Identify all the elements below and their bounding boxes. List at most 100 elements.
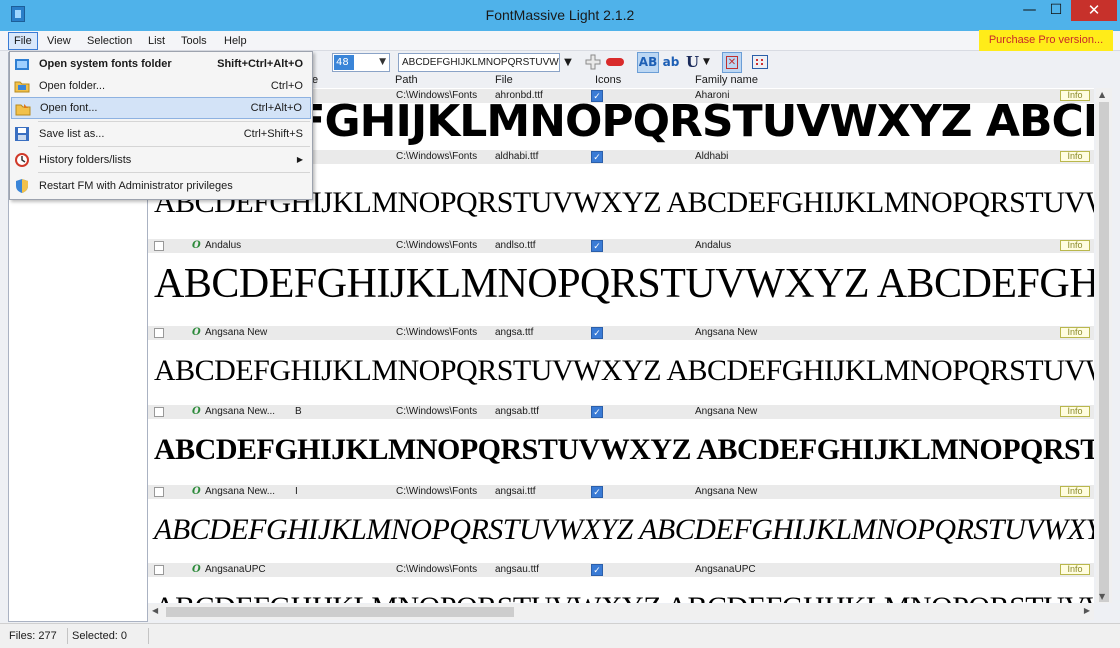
font-family: Aldhabi [695,151,729,162]
menu-file[interactable]: File [8,32,38,50]
column-file[interactable]: File [495,74,513,86]
font-file: aldhabi.ttf [495,151,539,162]
menu-history-folders-lists[interactable]: History folders/lists ▶ [11,149,311,171]
menu-open-font[interactable]: Open font... Ctrl+Alt+O [11,97,311,119]
font-file: angsau.ttf [495,564,539,575]
scroll-right-icon[interactable]: ▶ [1084,606,1090,615]
icons-checkbox[interactable]: ✓ [591,327,603,339]
maximize-button[interactable]: ☐ [1043,0,1069,21]
font-file: andlso.ttf [495,240,536,251]
scroll-up-icon[interactable]: ▲ [1099,90,1105,99]
lowercase-toggle[interactable]: ab [660,52,682,73]
info-button[interactable]: Info [1060,406,1090,417]
font-name: Angsana New... [205,406,276,417]
add-icon[interactable] [584,53,602,71]
font-size-value: 48 [334,55,354,70]
info-button[interactable]: Info [1060,151,1090,162]
table-row[interactable]: O Angsana New... B C:\Windows\Fonts angs… [148,405,1094,419]
icons-checkbox[interactable]: ✓ [591,486,603,498]
font-path: C:\Windows\Fonts [396,406,478,417]
row-checkbox[interactable] [154,328,164,338]
scroll-left-icon[interactable]: ◀ [152,606,158,615]
table-row[interactable]: O AngsanaUPC C:\Windows\Fonts angsau.ttf… [148,563,1094,577]
icons-checkbox[interactable]: ✓ [591,151,603,163]
font-preview: ABCDEFGHIJKLMNOPQRSTUVWXYZ ABCDEFGHIJKLM… [154,433,1094,466]
font-style: B [295,406,302,417]
icons-checkbox[interactable]: ✓ [591,564,603,576]
menu-restart-as-admin[interactable]: Restart FM with Administrator privileges [11,175,311,197]
uppercase-toggle[interactable]: AB [637,52,659,73]
table-row[interactable]: O Andalus C:\Windows\Fonts andlso.ttf ✓ … [148,239,1094,253]
purchase-pro-button[interactable]: Purchase Pro version... [979,30,1113,51]
row-checkbox[interactable] [154,565,164,575]
scroll-down-icon[interactable]: ▼ [1099,592,1105,601]
table-row[interactable]: O Angsana New... I C:\Windows\Fonts angs… [148,485,1094,499]
info-button[interactable]: Info [1060,327,1090,338]
menu-item-label: Open system fonts folder [39,58,172,70]
grid-view-icon[interactable] [752,55,768,69]
info-button[interactable]: Info [1060,564,1090,575]
truetype-icon: O [192,564,201,575]
selected-count: Selected: 0 [69,628,149,644]
remove-icon[interactable] [606,58,624,66]
column-icons[interactable]: Icons [595,74,621,86]
font-file: angsa.ttf [495,327,534,338]
cross-box-icon: ✕ [726,56,738,69]
font-path: C:\Windows\Fonts [396,151,478,162]
menu-item-label: Save list as... [39,128,105,140]
minimize-button[interactable]: — [1016,0,1043,21]
column-family-name[interactable]: Family name [695,74,758,86]
status-bar: Files: 277 Selected: 0 [0,623,1120,648]
menu-open-folder[interactable]: Open folder... Ctrl+O [11,75,311,97]
font-path: C:\Windows\Fonts [396,240,478,251]
menu-view[interactable]: View [42,32,76,50]
font-preview: ABCDEFGHIJKLMNOPQRSTUVWXYZ ABCDEFGHIJKLM… [154,354,1094,387]
font-name: Angsana New... [205,486,276,497]
font-family: Angsana New [695,406,758,417]
close-button[interactable]: ✕ [1071,0,1117,21]
horizontal-scrollbar[interactable]: ◀ ▶ [148,604,1094,620]
info-button[interactable]: Info [1060,486,1090,497]
font-name: AngsanaUPC [205,564,266,575]
sample-text-dropdown-icon[interactable]: ▼ [560,53,576,72]
menu-item-label: History folders/lists [39,154,132,166]
menu-selection[interactable]: Selection [82,32,137,50]
underline-dropdown-icon[interactable]: ▼ [703,52,710,73]
vertical-scrollbar[interactable]: ▲ ▼ [1096,88,1112,603]
icons-checkbox[interactable]: ✓ [591,240,603,252]
menu-separator [38,121,310,122]
vertical-scroll-thumb[interactable] [1099,102,1109,602]
truetype-icon: O [192,406,201,417]
hide-missing-toggle[interactable]: ✕ [722,52,742,73]
window-title: FontMassive Light 2.1.2 [485,7,635,23]
submenu-arrow-icon: ▶ [296,155,303,164]
open-font-icon [15,101,31,117]
menu-help[interactable]: Help [219,32,252,50]
font-size-select[interactable]: 48 ▼ [332,53,390,72]
truetype-icon: O [192,327,201,338]
menu-open-system-fonts-folder[interactable]: Open system fonts folder Shift+Ctrl+Alt+… [11,53,311,75]
font-style: I [295,486,298,497]
icons-checkbox[interactable]: ✓ [591,406,603,418]
sample-text-input[interactable]: ABCDEFGHIJKLMNOPQRSTUVW [398,53,560,72]
menu-tools[interactable]: Tools [176,32,212,50]
table-row[interactable]: O Angsana New C:\Windows\Fonts angsa.ttf… [148,326,1094,340]
font-file: angsai.ttf [495,486,536,497]
save-icon [14,126,30,142]
row-checkbox[interactable] [154,487,164,497]
font-family: Andalus [695,240,732,251]
underline-toggle[interactable]: U [686,52,700,73]
menu-item-shortcut: Ctrl+Alt+O [250,102,302,114]
info-button[interactable]: Info [1060,240,1090,251]
system-folder-icon [14,56,30,72]
horizontal-scroll-thumb[interactable] [166,607,514,617]
font-preview: ABCDEFGHIJKLMNOPQRSTUVWXYZ ABCDEFGHIJKLM… [154,591,1094,603]
column-path[interactable]: Path [395,74,418,86]
row-checkbox[interactable] [154,241,164,251]
history-icon [14,152,30,168]
menu-list[interactable]: List [143,32,170,50]
row-checkbox[interactable] [154,407,164,417]
shield-icon [14,178,30,194]
menu-item-shortcut: Ctrl+Shift+S [243,128,303,140]
menu-save-list-as[interactable]: Save list as... Ctrl+Shift+S [11,123,311,145]
